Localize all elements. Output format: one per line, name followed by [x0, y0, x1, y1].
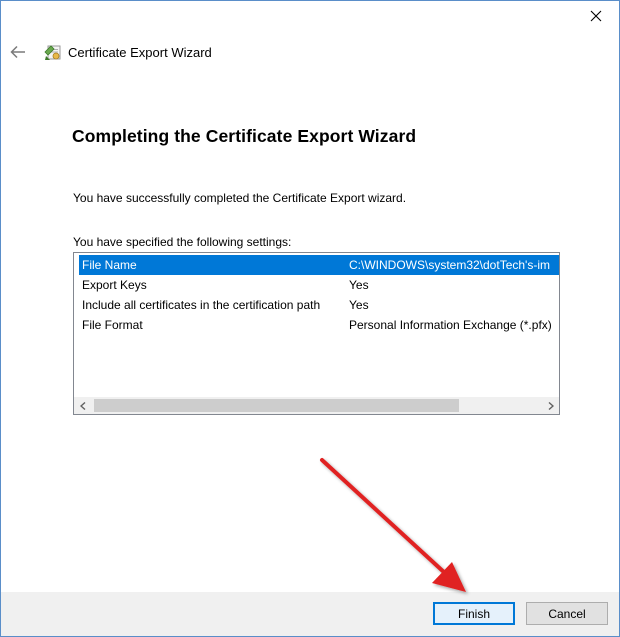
settings-label: You have specified the following setting… — [73, 235, 292, 249]
setting-value: Personal Information Exchange (*.pfx) — [349, 318, 552, 332]
settings-row[interactable]: File Format Personal Information Exchang… — [79, 315, 559, 335]
scroll-right-button[interactable] — [542, 397, 559, 414]
scroll-left-button[interactable] — [74, 397, 91, 414]
back-button[interactable] — [7, 41, 29, 63]
setting-value: C:\WINDOWS\system32\dotTech's-im — [349, 258, 550, 272]
setting-value: Yes — [349, 298, 369, 312]
setting-name: File Format — [82, 318, 143, 332]
wizard-window: Certificate Export Wizard Completing the… — [0, 0, 620, 637]
scroll-left-icon — [79, 401, 85, 410]
horizontal-scrollbar[interactable] — [74, 397, 559, 414]
success-message: You have successfully completed the Cert… — [73, 191, 407, 205]
setting-name: Include all certificates in the certific… — [82, 298, 321, 312]
back-arrow-icon — [10, 45, 25, 59]
page-heading: Completing the Certificate Export Wizard — [72, 126, 417, 146]
scrollbar-thumb[interactable] — [94, 399, 459, 412]
settings-row[interactable]: Include all certificates in the certific… — [79, 295, 559, 315]
setting-name: Export Keys — [82, 278, 147, 292]
scroll-right-icon — [548, 401, 554, 410]
button-bar: Finish Cancel — [1, 592, 619, 636]
settings-list[interactable]: File Name C:\WINDOWS\system32\dotTech's-… — [73, 252, 560, 415]
close-icon — [590, 10, 602, 22]
close-button[interactable] — [573, 1, 619, 31]
wizard-header: Certificate Export Wizard — [1, 33, 619, 73]
settings-rows: File Name C:\WINDOWS\system32\dotTech's-… — [74, 253, 559, 335]
settings-row[interactable]: File Name C:\WINDOWS\system32\dotTech's-… — [79, 255, 559, 275]
wizard-title: Certificate Export Wizard — [68, 45, 212, 60]
setting-value: Yes — [349, 278, 369, 292]
settings-row[interactable]: Export Keys Yes — [79, 275, 559, 295]
certificate-wizard-icon — [44, 45, 61, 60]
finish-button[interactable]: Finish — [433, 602, 515, 625]
cancel-button[interactable]: Cancel — [526, 602, 608, 625]
setting-name: File Name — [82, 258, 137, 272]
